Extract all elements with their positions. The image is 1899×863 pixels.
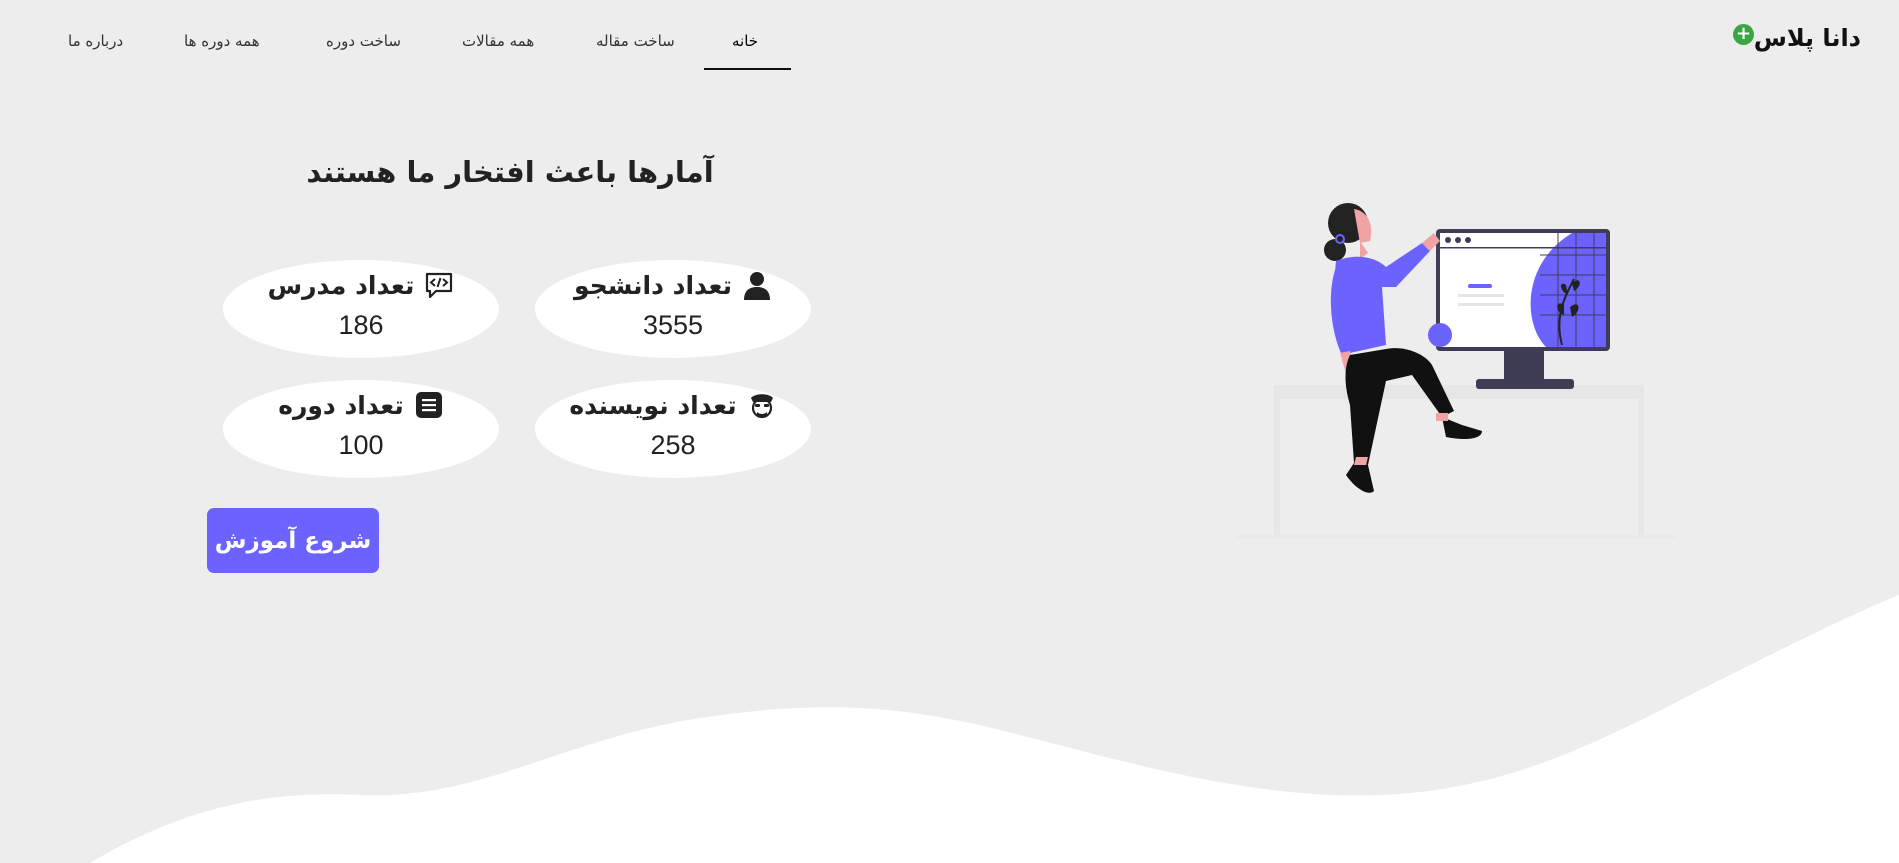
stat-value: 3555 <box>642 310 704 340</box>
start-learning-button[interactable]: شروع آموزش <box>207 508 379 573</box>
stat-courses: تعداد دوره 100 <box>223 380 499 478</box>
stat-instructors: تعداد مدرس 186 <box>223 260 499 358</box>
plus-icon: + <box>1733 24 1754 45</box>
officer-icon <box>750 394 773 419</box>
nav-item-create-course[interactable]: ساخت دوره <box>326 32 401 50</box>
stat-label: تعداد نویسنده <box>569 390 737 420</box>
stat-label: تعداد دانشجو <box>574 270 732 300</box>
active-tab-underline <box>704 68 791 70</box>
stat-label: تعداد مدرس <box>267 270 415 300</box>
user-icon <box>743 272 770 300</box>
stat-writers: تعداد نویسنده 258 <box>535 380 811 478</box>
nav-item-all-courses[interactable]: همه دوره ها <box>184 32 260 50</box>
nav-item-create-article[interactable]: ساخت مقاله <box>596 32 675 50</box>
nav-item-all-articles[interactable]: همه مقالات <box>462 32 534 50</box>
brand-logo[interactable]: دانا پلاس <box>1754 24 1861 52</box>
code-chat-icon <box>426 272 453 299</box>
woman-at-monitor-illustration <box>1236 203 1676 538</box>
stats-headline: آمارها باعث افتخار ما هستند <box>306 155 714 189</box>
list-icon <box>415 392 442 418</box>
top-navbar: + دانا پلاس خانه ساخت مقاله همه مقالات س… <box>0 0 1899 72</box>
nav-item-about-us[interactable]: درباره ما <box>68 32 123 50</box>
stat-value: 100 <box>338 430 384 460</box>
stat-students: تعداد دانشجو 3555 <box>535 260 811 358</box>
stat-value: 258 <box>650 430 696 460</box>
nav-item-home[interactable]: خانه <box>732 32 758 50</box>
stat-label: تعداد دوره <box>278 390 404 420</box>
stat-value: 186 <box>338 310 384 340</box>
